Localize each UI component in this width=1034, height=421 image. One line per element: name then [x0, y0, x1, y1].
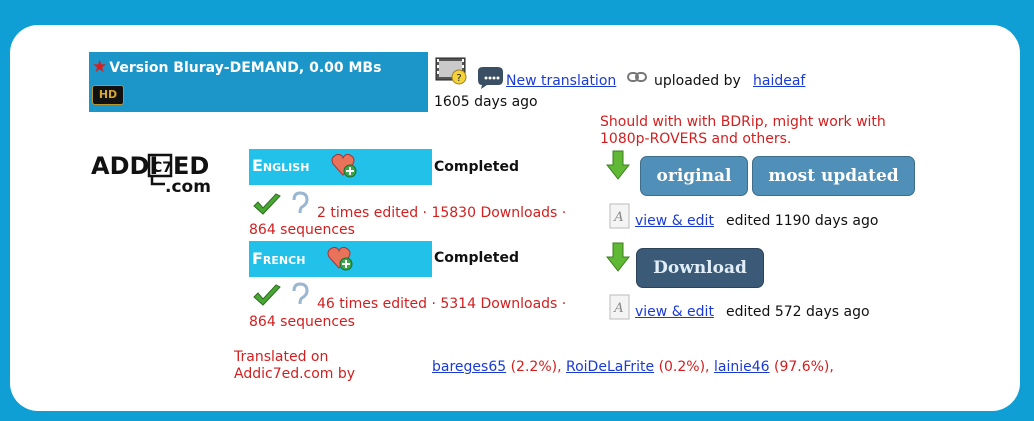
edited-english: edited 1190 days ago [726, 213, 879, 229]
contributor-share: (97.6%), [773, 359, 834, 375]
contributor-share: (0.2%), [658, 359, 710, 375]
link-icon [627, 72, 647, 82]
checkmark-icon [253, 284, 281, 306]
translated-by-label: Translated on Addic7ed.com by [234, 349, 356, 382]
addic7ed-logo: ADDI C7 ED .com [91, 152, 211, 197]
contributors-list: bareges65 (2.2%), RoiDeLaFrite (0.2%), l… [432, 359, 834, 375]
download-arrow-icon[interactable] [606, 150, 630, 180]
document-icon: A [609, 203, 630, 229]
new-translation-link[interactable]: New translation [506, 73, 616, 89]
svg-text:A: A [613, 210, 623, 225]
version-title-text: Version Bluray-DEMAND, 0.00 MBs [109, 60, 382, 76]
svg-text:C7: C7 [152, 160, 172, 176]
star-icon: ★ [92, 57, 108, 77]
svg-text:.com: .com [165, 177, 211, 197]
heart-plus-icon[interactable] [327, 245, 353, 271]
download-button[interactable]: Download [636, 248, 764, 288]
view-edit-link-french[interactable]: view & edit [635, 304, 714, 320]
help-icon[interactable] [289, 191, 311, 221]
svg-text:?: ? [456, 73, 461, 84]
uploader-link[interactable]: haideaf [753, 73, 805, 89]
status-english: Completed [434, 159, 520, 175]
contributor-share: (2.2%), [510, 359, 562, 375]
contributor-link[interactable]: bareges65 [432, 359, 506, 375]
document-icon: A [609, 294, 630, 320]
heart-plus-icon[interactable] [331, 152, 357, 178]
language-name-french: French [252, 249, 306, 268]
sequences-english: 864 sequences [249, 222, 355, 238]
comment-icon [478, 67, 503, 89]
status-french: Completed [434, 250, 520, 266]
contributor-link[interactable]: RoiDeLaFrite [566, 359, 654, 375]
original-button[interactable]: original [640, 156, 748, 196]
view-edit-link-english[interactable]: view & edit [635, 213, 714, 229]
download-arrow-icon[interactable] [606, 242, 630, 272]
version-title: ★ Version Bluray-DEMAND, 0.00 MBs [92, 57, 381, 77]
stats-french: 46 times edited · 5314 Downloads · [317, 296, 567, 312]
svg-text:A: A [613, 301, 623, 316]
contributor-link[interactable]: lainie46 [714, 359, 770, 375]
checkmark-icon [253, 193, 281, 215]
edited-french: edited 572 days ago [726, 304, 870, 320]
uploaded-by-label: uploaded by [654, 73, 741, 89]
hd-icon: HD [92, 85, 124, 105]
sequences-french: 864 sequences [249, 314, 355, 330]
upload-age: 1605 days ago [434, 94, 538, 110]
most-updated-button[interactable]: most updated [752, 156, 915, 196]
help-icon[interactable] [289, 282, 311, 312]
stats-english: 2 times edited · 15830 Downloads · [317, 205, 567, 221]
film-icon: ? [435, 57, 467, 85]
version-comment: Should with with BDRip, might work with … [600, 114, 886, 147]
svg-text:ED: ED [173, 152, 209, 180]
language-name-english: English [252, 156, 310, 175]
